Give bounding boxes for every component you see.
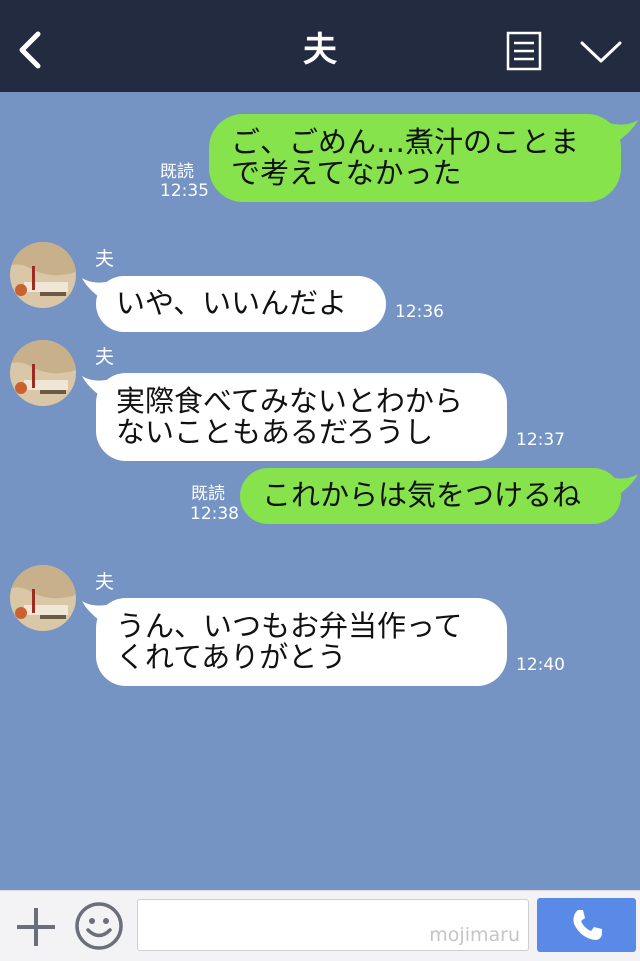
- message-bubble[interactable]: いや、いいんだよ: [96, 276, 386, 332]
- message-time: 12:40: [516, 655, 565, 675]
- sender-name: 夫: [95, 248, 115, 270]
- message-line: ないこともあるだろうし: [116, 415, 434, 449]
- message-bubble[interactable]: ご、ごめん…煮汁のことま で考えてなかった: [209, 114, 621, 202]
- plus-icon[interactable]: [14, 905, 58, 949]
- message-line: くれてありがとう: [116, 640, 347, 674]
- call-button[interactable]: [537, 898, 636, 952]
- message-time: 12:36: [395, 302, 444, 322]
- message-line: ご、ごめん…煮汁のことま: [231, 125, 580, 159]
- phone-icon: [573, 910, 602, 940]
- read-receipt: 既読: [191, 484, 225, 504]
- message-bubble[interactable]: これからは気をつけるね: [240, 468, 621, 524]
- message-line: うん、いつもお弁当作って: [116, 609, 463, 643]
- sender-name: 夫: [95, 346, 115, 368]
- message-input[interactable]: mojimaru: [137, 899, 529, 951]
- message-time: 12:38: [190, 504, 239, 524]
- notes-icon[interactable]: [506, 31, 542, 71]
- message-line: これからは気をつけるね: [262, 478, 582, 512]
- chevron-down-icon[interactable]: [580, 40, 622, 64]
- message-line: で考えてなかった: [231, 156, 462, 190]
- chat-header: 夫: [0, 0, 640, 92]
- message-line: いや、いいんだよ: [116, 286, 348, 320]
- avatar[interactable]: [10, 242, 76, 308]
- chat-title: 夫: [303, 30, 337, 70]
- avatar[interactable]: [10, 340, 76, 406]
- watermark: mojimaru: [429, 924, 520, 946]
- composer-bar: mojimaru: [0, 890, 640, 961]
- message-bubble[interactable]: 実際食べてみないとわから ないこともあるだろうし: [96, 373, 507, 461]
- message-line: 実際食べてみないとわから: [116, 384, 463, 418]
- message-bubble[interactable]: うん、いつもお弁当作って くれてありがとう: [96, 598, 507, 686]
- message-time: 12:35: [160, 181, 209, 201]
- avatar[interactable]: [10, 565, 76, 631]
- read-receipt: 既読: [160, 162, 194, 182]
- sender-name: 夫: [95, 571, 115, 593]
- message-time: 12:37: [516, 430, 565, 450]
- emoji-icon[interactable]: [74, 901, 124, 951]
